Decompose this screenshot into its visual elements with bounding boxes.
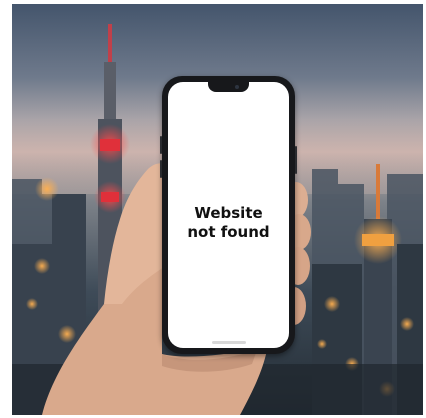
error-message-line1: Website [194, 204, 263, 222]
background-photo: Website not found [12, 4, 423, 415]
error-message-line2: not found [187, 223, 270, 241]
volume-button [160, 136, 162, 154]
phone-screen: Website not found [168, 82, 289, 348]
volume-button [160, 160, 162, 178]
home-indicator [211, 341, 246, 344]
phone-notch [208, 82, 249, 92]
power-button [295, 146, 297, 174]
smartphone: Website not found [160, 76, 297, 354]
error-message: Website not found [168, 204, 289, 242]
camera-icon [235, 85, 239, 89]
